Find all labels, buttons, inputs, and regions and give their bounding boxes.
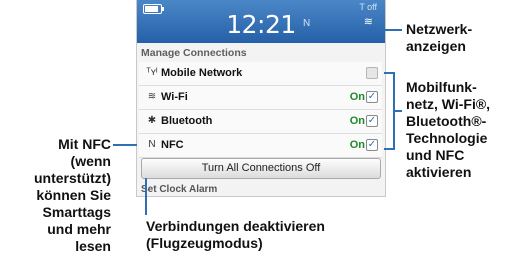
connection-state: On [349, 139, 365, 151]
section-header: Manage Connections [141, 47, 247, 59]
mobile-network-icon: ᵀʏᴵ [146, 67, 158, 78]
nfc-checkbox[interactable]: ✓ [366, 139, 378, 151]
callout-line-toggle-bottom [384, 148, 394, 150]
connection-row-wifi[interactable]: ≋ Wi-Fi On ✓ [139, 86, 382, 110]
connections-screen: 12:21 N T off ≋ Manage Connections ᵀʏᴵ M… [136, 0, 386, 197]
bluetooth-icon: ✱ [147, 115, 157, 126]
callout-line-toggle-pointer [393, 110, 402, 112]
nfc-status-indicator: N [303, 18, 311, 29]
status-bar: 12:21 N T off ≋ [137, 0, 385, 43]
callout-nfc-note: Mit NFC (wenn unterstützt) können Sie Sm… [34, 136, 111, 254]
connection-row-bluetooth[interactable]: ✱ Bluetooth On ✓ [139, 110, 382, 134]
toff-label: T off [359, 2, 377, 12]
connection-label: Mobile Network [161, 67, 243, 79]
clock: 12:21 [226, 10, 296, 39]
mobile-network-checkbox[interactable] [366, 67, 378, 79]
callout-line-airplane [145, 178, 147, 215]
connection-label: NFC [161, 139, 184, 151]
wifi-checkbox[interactable]: ✓ [366, 91, 378, 103]
connection-row-mobile[interactable]: ᵀʏᴵ Mobile Network [139, 62, 382, 86]
callout-network-indicators: Netzwerk- anzeigen [406, 21, 473, 54]
bluetooth-checkbox[interactable]: ✓ [366, 115, 378, 127]
connection-state: On [349, 91, 365, 103]
connection-state: On [349, 115, 365, 127]
nfc-icon: N [148, 139, 156, 150]
wifi-icon: ≋ [363, 16, 373, 28]
connection-label: Wi-Fi [161, 91, 188, 103]
callout-enable-connections: Mobilfunk- netz, Wi-Fi®, Bluetooth®- Tec… [406, 79, 491, 180]
callout-line-nfc [113, 144, 137, 146]
set-clock-alarm-item[interactable]: Set Clock Alarm [141, 184, 217, 195]
connection-row-nfc[interactable]: N NFC On ✓ [139, 134, 382, 158]
connection-label: Bluetooth [161, 115, 213, 127]
turn-all-connections-off-button[interactable]: Turn All Connections Off [141, 158, 381, 179]
callout-airplane-mode: Verbindungen deaktivieren (Flugzeugmodus… [146, 218, 325, 251]
callout-line-network [384, 29, 402, 31]
wifi-icon: ≋ [147, 91, 157, 102]
